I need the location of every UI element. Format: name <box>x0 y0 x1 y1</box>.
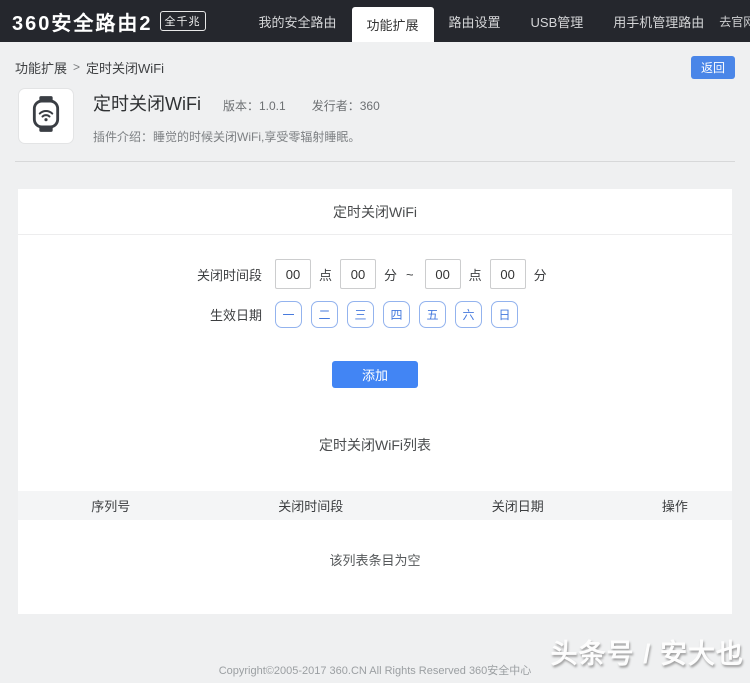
day-button-mon[interactable]: 一 <box>275 301 302 328</box>
effective-days-row: 生效日期 一 二 三 四 五 六 日 <box>18 301 732 328</box>
nav-item-my-router[interactable]: 我的安全路由 <box>244 0 352 42</box>
column-close-date: 关闭日期 <box>491 499 544 514</box>
add-button[interactable]: 添加 <box>332 361 418 388</box>
day-button-sat[interactable]: 六 <box>455 301 482 328</box>
time-range-row: 关闭时间段 点 分 ~ 点 分 <box>18 259 732 289</box>
plugin-publisher-value: 360 <box>359 99 380 113</box>
column-actions: 操作 <box>661 499 688 514</box>
back-button[interactable]: 返回 <box>690 55 735 79</box>
copyright-text: Copyright©2005-2017 360.CN All Rights Re… <box>218 665 532 677</box>
time-range-fields: 点 分 ~ 点 分 <box>275 259 555 289</box>
column-serial: 序列号 <box>91 499 131 514</box>
time-range-label: 关闭时间段 <box>196 267 262 283</box>
hour-unit-label: 点 <box>319 267 333 283</box>
end-minute-input[interactable] <box>489 259 526 289</box>
panel-title: 定时关闭WiFi <box>18 189 732 235</box>
day-button-sun[interactable]: 日 <box>491 301 518 328</box>
plugin-title: 定时关闭WiFi <box>93 94 201 114</box>
nav-menu: 我的安全路由 功能扩展 路由设置 USB管理 用手机管理路由 <box>244 0 720 42</box>
plugin-description: 插件介绍：睡觉的时候关闭WiFi,享受零辐射睡眠。 <box>93 128 380 145</box>
plugin-version-label: 版本： <box>222 99 259 113</box>
day-button-wed[interactable]: 三 <box>347 301 374 328</box>
brand-logo: 360安全路由2 全千兆 <box>12 7 206 36</box>
end-hour-input[interactable] <box>424 259 461 289</box>
range-separator: ~ <box>406 266 414 282</box>
start-hour-input[interactable] <box>275 259 311 289</box>
plugin-description-label: 插件介绍： <box>93 130 154 144</box>
minute-unit-label: 分 <box>384 267 398 283</box>
start-minute-input[interactable] <box>340 259 377 289</box>
router-admin-page: 360安全路由2 全千兆 我的安全路由 功能扩展 路由设置 USB管理 用手机管… <box>0 0 750 683</box>
breadcrumb-current: 定时关闭WiFi <box>86 60 165 76</box>
empty-list-message: 该列表条目为空 <box>329 553 421 568</box>
column-time-range: 关闭时间段 <box>278 499 344 514</box>
plugin-version: 版本：1.0.1 <box>223 97 286 114</box>
timer-wifi-panel: 定时关闭WiFi 关闭时间段 点 分 ~ 点 分 生效日期 <box>18 189 732 614</box>
breadcrumb-parent[interactable]: 功能扩展 <box>15 58 67 77</box>
nav-item-router-settings[interactable]: 路由设置 <box>434 0 516 42</box>
timer-table-header: 序列号 关闭时间段 关闭日期 操作 <box>18 491 732 520</box>
gigabit-badge: 全千兆 <box>159 11 206 31</box>
nav-right-links: 去官网 | 退出管理 <box>719 13 750 30</box>
plugin-info: 定时关闭WiFi 版本：1.0.1 发行者：360 插件介绍：睡觉的时候关闭Wi… <box>93 88 380 145</box>
official-site-link[interactable]: 去官网 <box>719 13 750 30</box>
breadcrumb: 功能扩展 > 定时关闭WiFi <box>15 58 164 77</box>
effective-days-label: 生效日期 <box>209 308 262 323</box>
plugin-publisher-label: 发行者： <box>311 99 360 113</box>
plugin-publisher: 发行者：360 <box>312 97 380 114</box>
brand-logo-text: 360安全路由2 <box>12 12 153 35</box>
day-buttons: 一 二 三 四 五 六 日 <box>275 301 527 328</box>
timer-form: 关闭时间段 点 分 ~ 点 分 生效日期 一 二 三 <box>18 259 732 388</box>
hour-unit-label-2: 点 <box>468 267 482 283</box>
top-nav: 360安全路由2 全千兆 我的安全路由 功能扩展 路由设置 USB管理 用手机管… <box>0 0 750 42</box>
plugin-icon-card <box>18 88 74 144</box>
timer-list-title: 定时关闭WiFi列表 <box>319 437 431 453</box>
plugin-version-value: 1.0.1 <box>259 99 286 113</box>
breadcrumb-row: 功能扩展 > 定时关闭WiFi 返回 <box>0 55 750 79</box>
nav-item-usb[interactable]: USB管理 <box>516 0 599 42</box>
plugin-description-text: 睡觉的时候关闭WiFi,享受零辐射睡眠。 <box>153 130 361 144</box>
breadcrumb-separator: > <box>73 60 81 74</box>
nav-item-extensions[interactable]: 功能扩展 <box>351 7 434 42</box>
plugin-header: 定时关闭WiFi 版本：1.0.1 发行者：360 插件介绍：睡觉的时候关闭Wi… <box>0 88 750 145</box>
day-button-tue[interactable]: 二 <box>311 301 338 328</box>
day-button-fri[interactable]: 五 <box>419 301 446 328</box>
minute-unit-label-2: 分 <box>533 267 547 283</box>
day-button-thu[interactable]: 四 <box>383 301 410 328</box>
smartwatch-wifi-icon <box>26 94 66 139</box>
nav-item-phone-manage[interactable]: 用手机管理路由 <box>598 0 719 42</box>
header-divider <box>15 161 735 162</box>
